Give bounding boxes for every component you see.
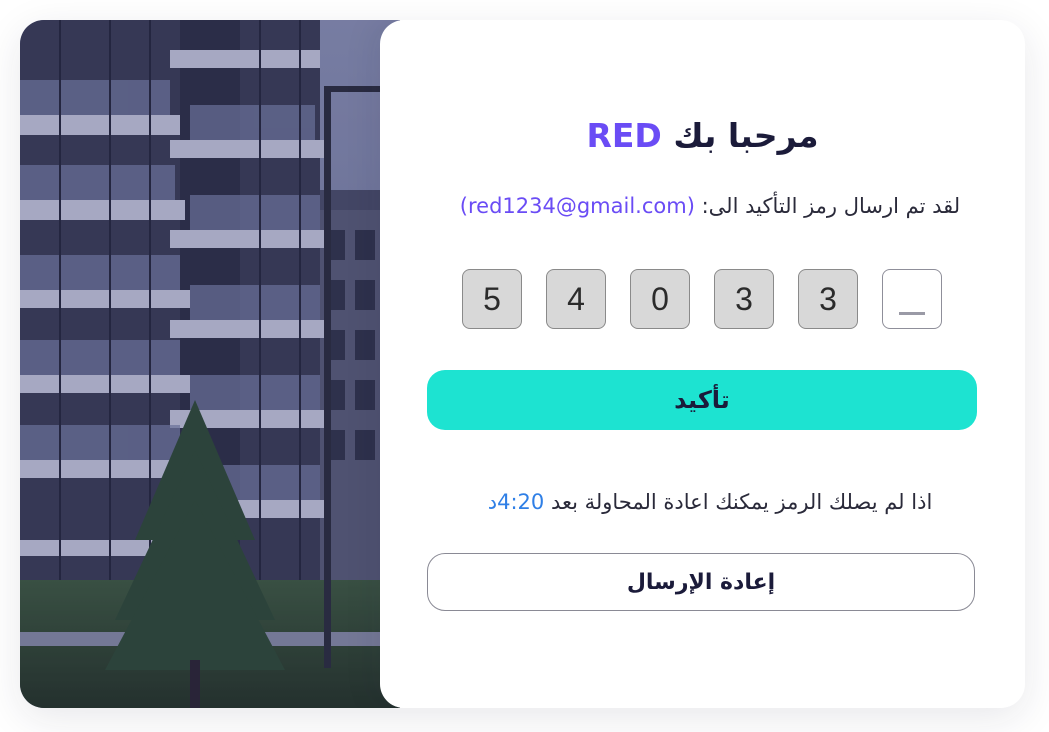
otp-digit-5[interactable]: 4 (546, 269, 606, 329)
sent-message: لقد تم ارسال رمز التأكيد الى: (red1234@g… (440, 194, 980, 218)
verification-panel: مرحبا بك RED لقد تم ارسال رمز التأكيد ال… (380, 20, 1025, 708)
otp-digit-6[interactable]: 5 (462, 269, 522, 329)
otp-digit-4[interactable]: 0 (630, 269, 690, 329)
confirm-button[interactable]: تأكيد (427, 370, 977, 430)
greeting-text: مرحبا بك (673, 116, 819, 155)
otp-digit-2[interactable]: 3 (798, 269, 858, 329)
building-photo (20, 20, 400, 708)
resend-button[interactable]: إعادة الإرسال (427, 553, 975, 611)
email-address: (red1234@gmail.com) (459, 194, 695, 218)
otp-digit-1[interactable] (882, 269, 942, 329)
otp-input-group: 5 4 0 3 3 (462, 269, 942, 329)
countdown-timer: 4:20د (487, 490, 545, 514)
otp-digit-3[interactable]: 3 (714, 269, 774, 329)
resend-note-text: اذا لم يصلك الرمز يمكنك اعادة المحاولة ب… (550, 490, 933, 514)
sent-message-text: لقد تم ارسال رمز التأكيد الى: (701, 194, 961, 218)
verification-card: مرحبا بك RED لقد تم ارسال رمز التأكيد ال… (20, 20, 1025, 708)
resend-note: اذا لم يصلك الرمز يمكنك اعادة المحاولة ب… (440, 490, 980, 514)
brand-name: RED (586, 116, 662, 155)
page-title: مرحبا بك RED (380, 116, 1025, 155)
